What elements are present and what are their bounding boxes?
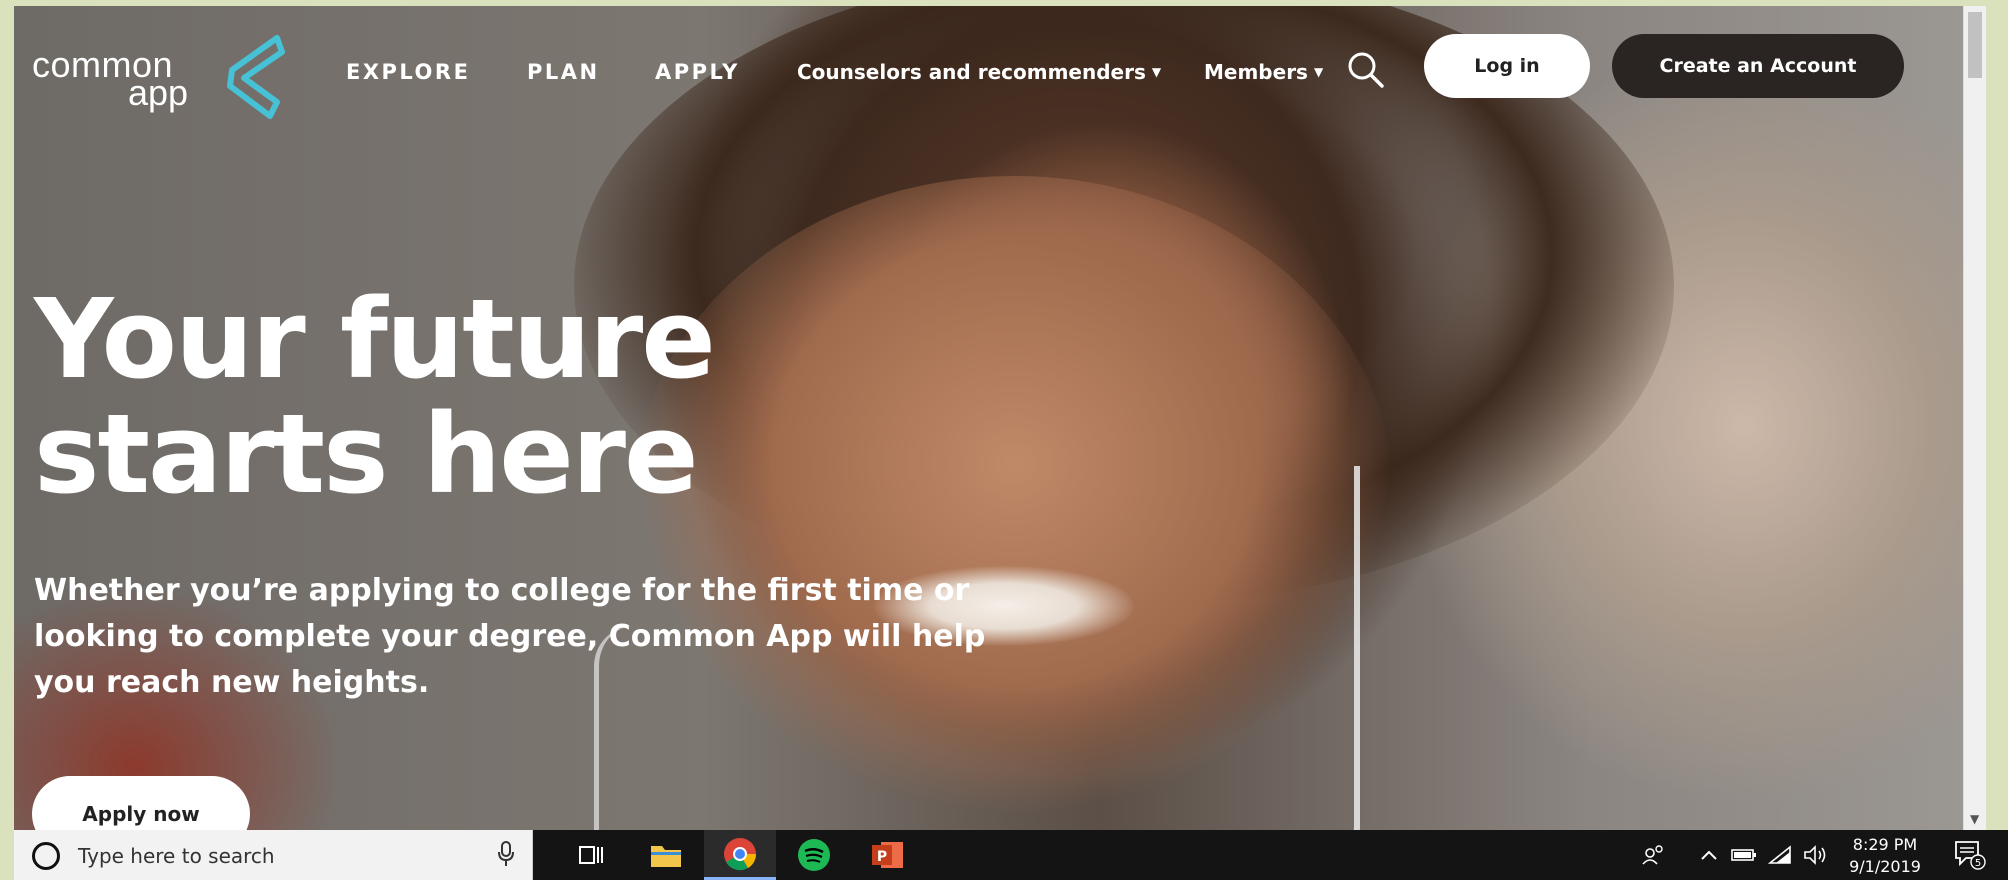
chrome-icon[interactable] — [704, 830, 776, 880]
file-explorer-icon[interactable] — [630, 830, 702, 880]
nav-dropdown-members-label: Members — [1204, 60, 1308, 84]
wifi-icon[interactable] — [1764, 830, 1796, 880]
taskbar-search-box[interactable]: Type here to search — [14, 830, 533, 880]
search-icon[interactable] — [1344, 48, 1388, 92]
task-view-icon[interactable] — [556, 830, 628, 880]
spotify-icon[interactable] — [778, 830, 850, 880]
logo-text-app: app — [128, 72, 189, 113]
top-navigation: common app EXPLORE PLAN APPLY Counselors… — [14, 6, 1964, 136]
microphone-icon[interactable] — [496, 840, 516, 868]
taskbar-clock[interactable]: 8:29 PM 9/1/2019 — [1840, 834, 1930, 878]
taskbar-search-placeholder: Type here to search — [78, 844, 275, 868]
svg-text:P: P — [877, 849, 887, 865]
scroll-down-arrow-icon[interactable]: ▼ — [1970, 812, 1979, 826]
common-app-logo[interactable]: common app — [32, 30, 292, 120]
hero-title-line1: Your future — [34, 275, 716, 403]
apply-now-button[interactable]: Apply now — [32, 776, 250, 830]
hero-subtitle: Whether you’re applying to college for t… — [34, 573, 986, 700]
hero-title-line2: starts here — [34, 390, 699, 518]
cortana-icon — [32, 842, 60, 870]
people-icon[interactable] — [1634, 830, 1674, 880]
nav-dropdown-counselors-label: Counselors and recommenders — [797, 60, 1146, 84]
notifications-icon[interactable]: 5 — [1954, 840, 1986, 874]
notification-count: 5 — [1975, 858, 1981, 869]
scrollbar-thumb[interactable] — [1968, 12, 1982, 78]
nav-dropdown-members[interactable]: Members ▼ — [1204, 60, 1323, 84]
clock-time: 8:29 PM — [1852, 835, 1918, 854]
powerpoint-icon[interactable]: P — [852, 830, 924, 880]
create-account-button[interactable]: Create an Account — [1612, 34, 1904, 98]
nav-link-plan[interactable]: PLAN — [527, 60, 600, 84]
clock-date: 9/1/2019 — [1849, 857, 1921, 876]
caret-down-icon: ▼ — [1151, 65, 1162, 79]
battery-icon[interactable] — [1728, 830, 1760, 880]
nav-link-explore[interactable]: EXPLORE — [346, 60, 470, 84]
screen: common app EXPLORE PLAN APPLY Counselors… — [0, 0, 2008, 880]
browser-viewport: common app EXPLORE PLAN APPLY Counselors… — [14, 6, 1986, 830]
login-button[interactable]: Log in — [1424, 34, 1590, 98]
volume-icon[interactable] — [1800, 830, 1832, 880]
show-hidden-icons-chevron-up-icon[interactable] — [1694, 830, 1724, 880]
hero-title: Your future starts here — [34, 275, 716, 518]
caret-down-icon: ▼ — [1313, 65, 1324, 79]
windows-taskbar: Type here to search P 8:29 PM 9/1/2019 5 — [14, 830, 2008, 880]
hero-photo-earbud-cable — [1214, 466, 1360, 830]
nav-link-apply[interactable]: APPLY — [655, 60, 740, 84]
nav-dropdown-counselors[interactable]: Counselors and recommenders ▼ — [797, 60, 1161, 84]
logo-mark-icon — [227, 35, 285, 119]
vertical-scrollbar[interactable]: ▼ — [1963, 6, 1986, 830]
